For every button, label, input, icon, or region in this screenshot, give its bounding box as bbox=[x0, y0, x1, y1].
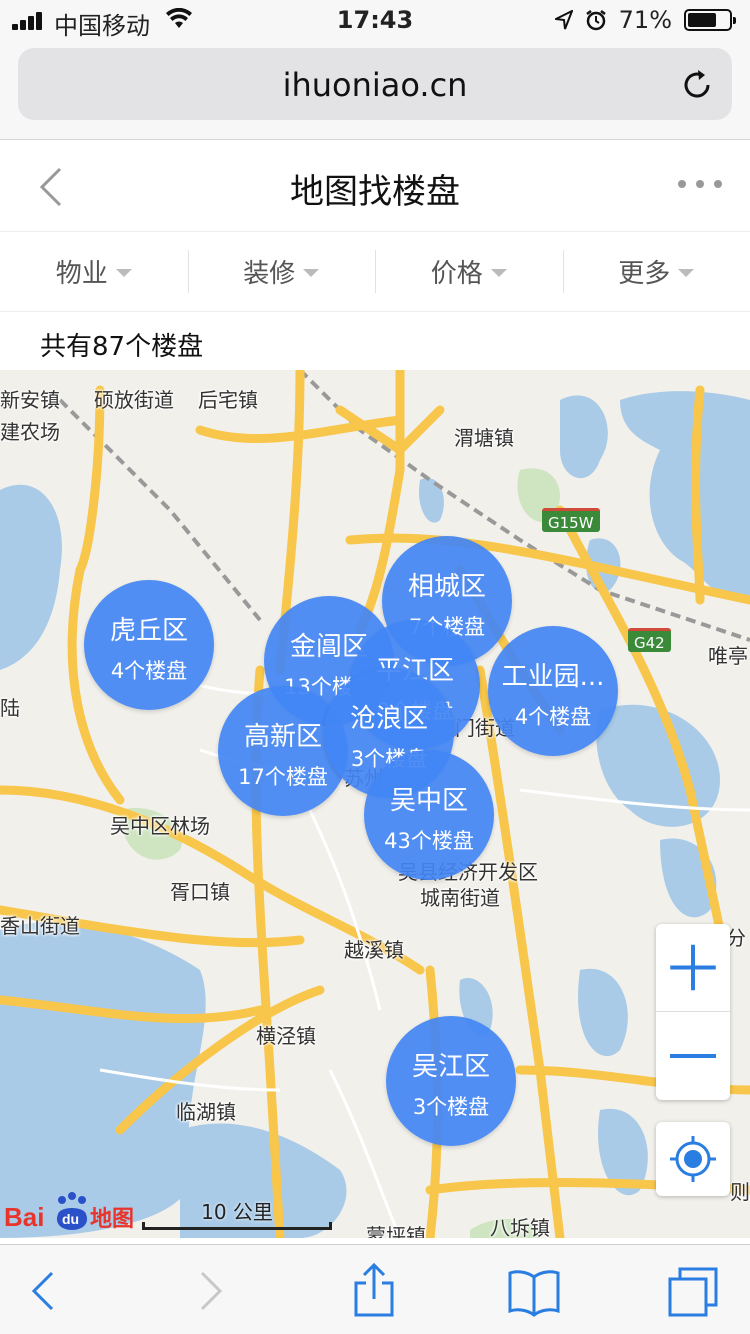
district-name: 吴江区 bbox=[411, 1052, 490, 1082]
filter-decoration[interactable]: 装修 bbox=[187, 232, 376, 311]
scale-bar bbox=[142, 1222, 332, 1230]
district-name: 吴中区 bbox=[389, 786, 468, 816]
map-label: 八坼镇 bbox=[490, 1216, 550, 1238]
filter-label: 价格 bbox=[430, 259, 483, 289]
filter-more[interactable]: 更多 bbox=[562, 232, 750, 311]
page-title: 地图找楼盘 bbox=[290, 172, 460, 212]
browser-address-area: ihuoniao.cn bbox=[0, 40, 750, 140]
address-bar[interactable]: ihuoniao.cn bbox=[18, 48, 732, 120]
filter-label: 装修 bbox=[243, 259, 296, 289]
url-text: ihuoniao.cn bbox=[282, 66, 468, 104]
district-count: 43个楼盘 bbox=[384, 829, 474, 853]
highway-shield: G42 bbox=[628, 628, 671, 652]
more-icon[interactable] bbox=[678, 180, 722, 188]
status-bar: 中国移动 17:43 71% bbox=[0, 0, 750, 40]
filter-label: 更多 bbox=[618, 259, 671, 289]
district-bubble-wuzhong[interactable]: 吴中区 43个楼盘 bbox=[364, 750, 494, 880]
map-label: 胥口镇 bbox=[170, 880, 230, 904]
svg-text:地图: 地图 bbox=[90, 1207, 134, 1232]
reload-icon[interactable] bbox=[680, 68, 714, 102]
map-label: 硕放街道 bbox=[94, 388, 174, 412]
location-arrow-icon bbox=[554, 10, 573, 30]
district-name: 虎丘区 bbox=[109, 616, 188, 646]
map-label: 吴中区林场 bbox=[110, 814, 210, 838]
district-name: 相城区 bbox=[407, 572, 486, 602]
share-icon[interactable] bbox=[346, 1263, 402, 1319]
scale-label: 10 公里 bbox=[201, 1200, 273, 1224]
bookmarks-icon[interactable] bbox=[506, 1263, 562, 1319]
page-header: 地图找楼盘 bbox=[0, 140, 750, 232]
zoom-controls bbox=[656, 924, 730, 1100]
map-label: 蒙坪镇 bbox=[366, 1224, 426, 1238]
district-count: 4个楼盘 bbox=[514, 705, 592, 729]
map-label: 唯亭 bbox=[708, 644, 748, 668]
svg-text:Bai: Bai bbox=[4, 1202, 44, 1232]
caret-down-icon bbox=[678, 268, 695, 277]
highway-shield: G15W bbox=[542, 508, 600, 532]
battery-percent: 71% bbox=[618, 6, 672, 34]
back-icon[interactable] bbox=[14, 1263, 70, 1319]
battery-icon bbox=[684, 9, 736, 31]
map-label: 横泾镇 bbox=[256, 1024, 316, 1048]
map-label: 后宅镇 bbox=[198, 388, 258, 412]
forward-icon[interactable] bbox=[184, 1263, 240, 1319]
tabs-icon[interactable] bbox=[666, 1263, 722, 1319]
map-label: 临湖镇 bbox=[176, 1100, 236, 1124]
caret-down-icon bbox=[490, 268, 507, 277]
filter-label: 物业 bbox=[55, 259, 108, 289]
map-label: 新安镇 bbox=[0, 388, 60, 412]
zoom-out-icon[interactable] bbox=[656, 1012, 730, 1100]
district-count: 4个楼盘 bbox=[110, 659, 188, 683]
locate-icon[interactable] bbox=[656, 1122, 730, 1196]
district-bubble-industrial-park[interactable]: 工业园... 4个楼盘 bbox=[488, 626, 618, 756]
map-label: 香山街道 bbox=[0, 914, 80, 938]
district-bubble-wujiang[interactable]: 吴江区 3个楼盘 bbox=[386, 1016, 516, 1146]
map-label: 则 bbox=[730, 1180, 750, 1204]
map-label: 建农场 bbox=[0, 420, 60, 444]
district-name: 沧浪区 bbox=[349, 704, 428, 734]
zoom-in-icon[interactable] bbox=[656, 924, 730, 1012]
map-scale: 10 公里 bbox=[142, 1194, 332, 1234]
alarm-icon bbox=[585, 10, 606, 31]
map-label: 城南街道 bbox=[420, 886, 500, 910]
map-label: 渭塘镇 bbox=[454, 426, 514, 450]
result-count: 共有87个楼盘 bbox=[0, 312, 750, 370]
map-label: 陆 bbox=[0, 696, 20, 720]
map-view[interactable]: 新安镇 硕放街道 后宅镇 建农场 渭塘镇 唯亭 陆 门街道 苏州 吴中区林场 吴… bbox=[0, 370, 750, 1238]
filter-bar: 物业 装修 价格 更多 bbox=[0, 232, 750, 312]
browser-toolbar bbox=[0, 1244, 750, 1334]
district-bubble-huqiu[interactable]: 虎丘区 4个楼盘 bbox=[84, 580, 214, 710]
caret-down-icon bbox=[115, 268, 132, 277]
baidu-map-logo: Bai du 地图 bbox=[4, 1192, 134, 1232]
svg-text:du: du bbox=[62, 1211, 79, 1227]
filter-property-type[interactable]: 物业 bbox=[0, 232, 188, 311]
caret-down-icon bbox=[303, 268, 320, 277]
map-label: 越溪镇 bbox=[344, 938, 404, 962]
district-name: 工业园... bbox=[501, 662, 605, 692]
district-count: 3个楼盘 bbox=[412, 1095, 490, 1119]
filter-price[interactable]: 价格 bbox=[375, 232, 563, 311]
